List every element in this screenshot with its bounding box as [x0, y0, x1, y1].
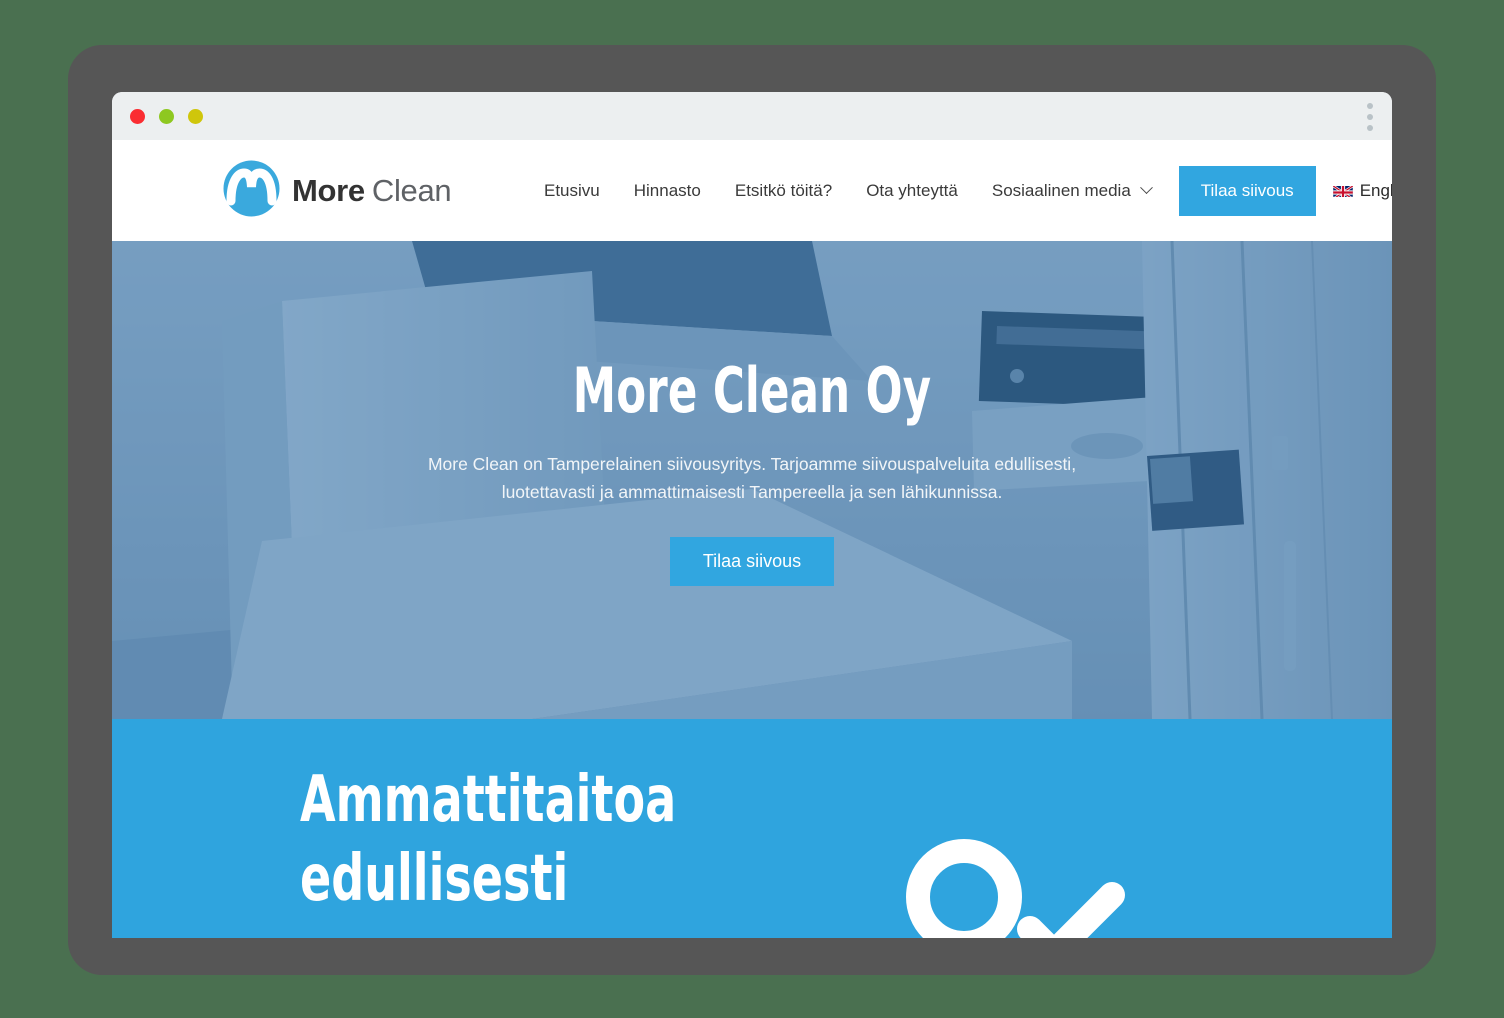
logo-word-clean: Clean: [371, 172, 452, 208]
nav-item-sosiaalinen-media[interactable]: Sosiaalinen media: [975, 140, 1168, 241]
language-switcher-english[interactable]: English: [1325, 140, 1392, 241]
nav-item-label: Ota yhteyttä: [866, 180, 958, 200]
window-traffic-lights: [130, 109, 203, 124]
logo-word-more: More: [292, 172, 365, 208]
checkmark-icon: [1017, 882, 1125, 938]
browser-window: More Clean Etusivu Hinnasto Etsitkö töitä…: [112, 92, 1392, 938]
nav-item-label: Etsitkö töitä?: [734, 180, 833, 200]
nav-item-label: Hinnasto: [633, 180, 701, 200]
nav-item-etsitko-toita[interactable]: Etsitkö töitä?: [718, 140, 849, 241]
hero-subtitle: More Clean on Tamperelainen siivousyrity…: [427, 454, 1077, 503]
minimize-window-button[interactable]: [159, 109, 174, 124]
hero-content: More Clean Oy More Clean on Tamperelaine…: [112, 241, 1392, 586]
nav-item-label: Sosiaalinen media: [991, 180, 1131, 200]
nav-item-label: Etusivu: [544, 180, 600, 200]
kebab-dot: [1367, 114, 1373, 120]
order-cleaning-button[interactable]: Tilaa siivous: [1178, 165, 1316, 216]
nav-item-ota-yhteytta[interactable]: Ota yhteyttä: [849, 140, 975, 241]
order-cleaning-button-label: Tilaa siivous: [1200, 180, 1294, 200]
promo-decoration: [902, 837, 1132, 938]
main-navigation: Etusivu Hinnasto Etsitkö töitä? Ota yhte…: [527, 140, 1392, 241]
browser-chrome-bar: [112, 92, 1392, 140]
hero-section: More Clean Oy More Clean on Tamperelaine…: [112, 241, 1392, 719]
kebab-dot: [1367, 103, 1373, 109]
circle-outline-icon: [906, 839, 1022, 938]
language-switcher-label: English: [1359, 180, 1392, 200]
maximize-window-button[interactable]: [188, 109, 203, 124]
kebab-dot: [1367, 125, 1373, 131]
nav-item-hinnasto[interactable]: Hinnasto: [617, 140, 718, 241]
nav-item-etusivu[interactable]: Etusivu: [527, 140, 617, 241]
promo-title: Ammattitaitoa edullisesti: [300, 763, 677, 916]
hero-order-cleaning-button-label: Tilaa siivous: [702, 550, 802, 571]
promo-section: Ammattitaitoa edullisesti: [112, 719, 1392, 938]
site-logo-text: More Clean: [292, 172, 452, 209]
site-header: More Clean Etusivu Hinnasto Etsitkö töitä…: [112, 140, 1392, 241]
uk-flag-icon: [1332, 184, 1353, 197]
chevron-down-icon: [1139, 181, 1153, 195]
more-clean-logo-mark-icon: [220, 159, 283, 222]
close-window-button[interactable]: [130, 109, 145, 124]
site-logo[interactable]: More Clean: [220, 159, 452, 222]
hero-order-cleaning-button[interactable]: Tilaa siivous: [669, 536, 835, 586]
kebab-menu-icon[interactable]: [1367, 103, 1373, 131]
hero-title: More Clean Oy: [572, 354, 932, 427]
